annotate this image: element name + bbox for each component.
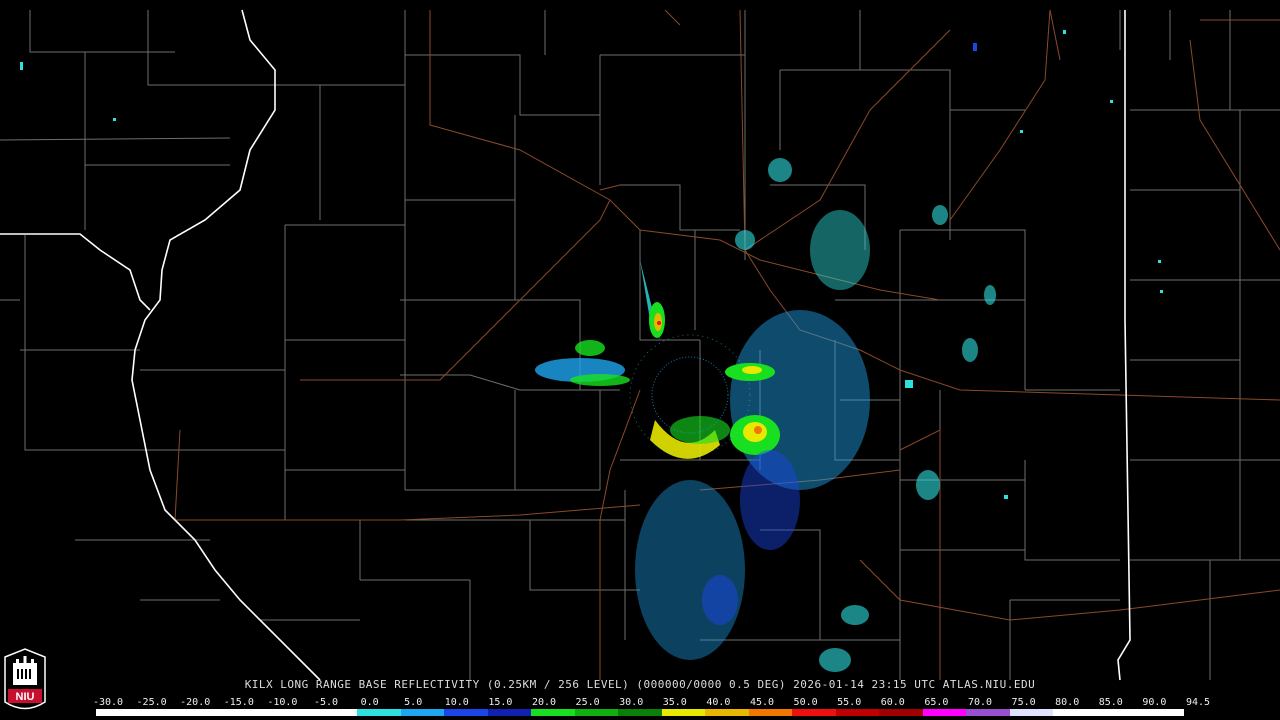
colorbar-segment: [487, 709, 532, 716]
colorbar-segment: [226, 709, 271, 716]
colorbar-label: 25.0: [575, 697, 600, 708]
colorbar-label: 90.0: [1142, 697, 1167, 708]
colorbar-segment: [618, 709, 662, 716]
colorbar-label: 35.0: [662, 697, 687, 708]
colorbar-label: -5.0: [313, 697, 339, 708]
niu-logo-text: NIU: [16, 691, 35, 703]
colorbar-label: -25.0: [136, 697, 167, 708]
colorbar-label: 0.0: [360, 697, 379, 708]
colorbar-label: -10.0: [267, 697, 298, 708]
colorbar-label: 45.0: [749, 697, 775, 708]
colorbar-segment: [966, 709, 1010, 716]
colorbar-segment: [183, 709, 227, 716]
colorbar-label: 94.5: [1185, 697, 1211, 708]
colorbar-segment: [574, 709, 619, 716]
colorbar-segment: [444, 709, 488, 716]
colorbar-label: 85.0: [1098, 697, 1123, 708]
colorbar-label: 80.0: [1055, 697, 1080, 708]
colorbar-label: 40.0: [706, 697, 731, 708]
radar-map: [0, 0, 1280, 720]
colorbar-segment: [748, 709, 793, 716]
colorbar-segment: [313, 709, 358, 716]
colorbar-segment: [139, 709, 184, 716]
reflectivity-colorbar: [96, 709, 1184, 716]
colorbar-segment: [705, 709, 749, 716]
colorbar-segment: [661, 709, 706, 716]
product-caption: KILX LONG RANGE BASE REFLECTIVITY (0.25K…: [244, 678, 1036, 691]
colorbar-segment: [879, 709, 923, 716]
colorbar-label: 65.0: [924, 697, 949, 708]
colorbar-label: 15.0: [488, 697, 513, 708]
colorbar-label: 10.0: [444, 697, 469, 708]
colorbar-segment: [400, 709, 445, 716]
niu-logo: NIU: [4, 648, 46, 710]
colorbar-label: -15.0: [223, 697, 254, 708]
colorbar-segment: [1053, 709, 1097, 716]
colorbar-segment: [835, 709, 880, 716]
colorbar-label: 70.0: [967, 697, 993, 708]
colorbar-segment: [531, 709, 575, 716]
colorbar-segment: [1140, 709, 1184, 716]
colorbar-label: 30.0: [619, 697, 644, 708]
colorbar-segment: [1096, 709, 1141, 716]
colorbar-segment: [270, 709, 314, 716]
colorbar-segment: [1009, 709, 1054, 716]
colorbar-label: 60.0: [880, 697, 905, 708]
colorbar-label: -20.0: [180, 697, 211, 708]
colorbar-label: -30.0: [92, 697, 124, 708]
colorbar-segment: [792, 709, 836, 716]
colorbar-label: 75.0: [1011, 697, 1036, 708]
colorbar-segment: [96, 709, 140, 716]
colorbar-label: 5.0: [404, 697, 423, 708]
colorbar-label: 20.0: [531, 697, 557, 708]
colorbar-label: 55.0: [837, 697, 862, 708]
colorbar-label: 50.0: [793, 697, 818, 708]
colorbar-segment: [357, 709, 401, 716]
colorbar-labels: -30.0 -25.0 -20.0 -15.0 -10.0 -5.0 0.0 5.0 10.0 1…: [92, 697, 1210, 709]
colorbar-segment: [922, 709, 967, 716]
